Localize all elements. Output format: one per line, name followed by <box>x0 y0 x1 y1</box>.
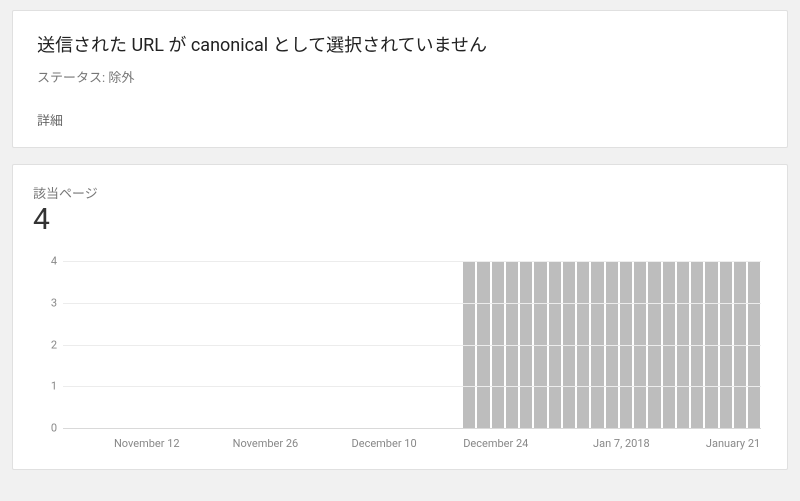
chart-gridline <box>63 345 761 346</box>
chart-plot: 01234 <box>63 261 761 429</box>
chart-gridline <box>63 261 761 262</box>
chart-y-tick: 0 <box>43 422 57 435</box>
chart-area: 01234 November 12 November 26 December 10 D… <box>33 261 767 453</box>
chart-y-tick: 3 <box>43 296 57 309</box>
metric-value: 4 <box>33 202 767 237</box>
chart-x-tick: November 26 <box>233 437 299 450</box>
status-text: ステータス: 除外 <box>37 67 763 86</box>
status-card: 送信された URL が canonical として選択されていません ステータス… <box>12 10 788 148</box>
chart-y-tick: 4 <box>43 255 57 268</box>
page: 送信された URL が canonical として選択されていません ステータス… <box>0 0 800 496</box>
chart-x-tick: December 24 <box>463 437 528 450</box>
chart-x-tick: November 12 <box>114 437 180 450</box>
page-title: 送信された URL が canonical として選択されていません <box>37 31 763 57</box>
chart-gridline <box>63 386 761 387</box>
chart-x-tick: December 10 <box>352 437 417 450</box>
chart-gridline <box>63 303 761 304</box>
metric-label: 該当ページ <box>33 183 767 202</box>
chart-x-tick: January 21 <box>706 437 760 450</box>
chart-y-tick: 1 <box>43 380 57 393</box>
details-link[interactable]: 詳細 <box>37 108 763 129</box>
chart-x-tick: Jan 7, 2018 <box>593 437 650 450</box>
chart-card: 該当ページ 4 01234 November 12November 26Dece… <box>12 164 788 470</box>
chart-x-axis: November 12 November 26 December 10 Decembe… <box>63 433 761 453</box>
chart-y-tick: 2 <box>43 338 57 351</box>
